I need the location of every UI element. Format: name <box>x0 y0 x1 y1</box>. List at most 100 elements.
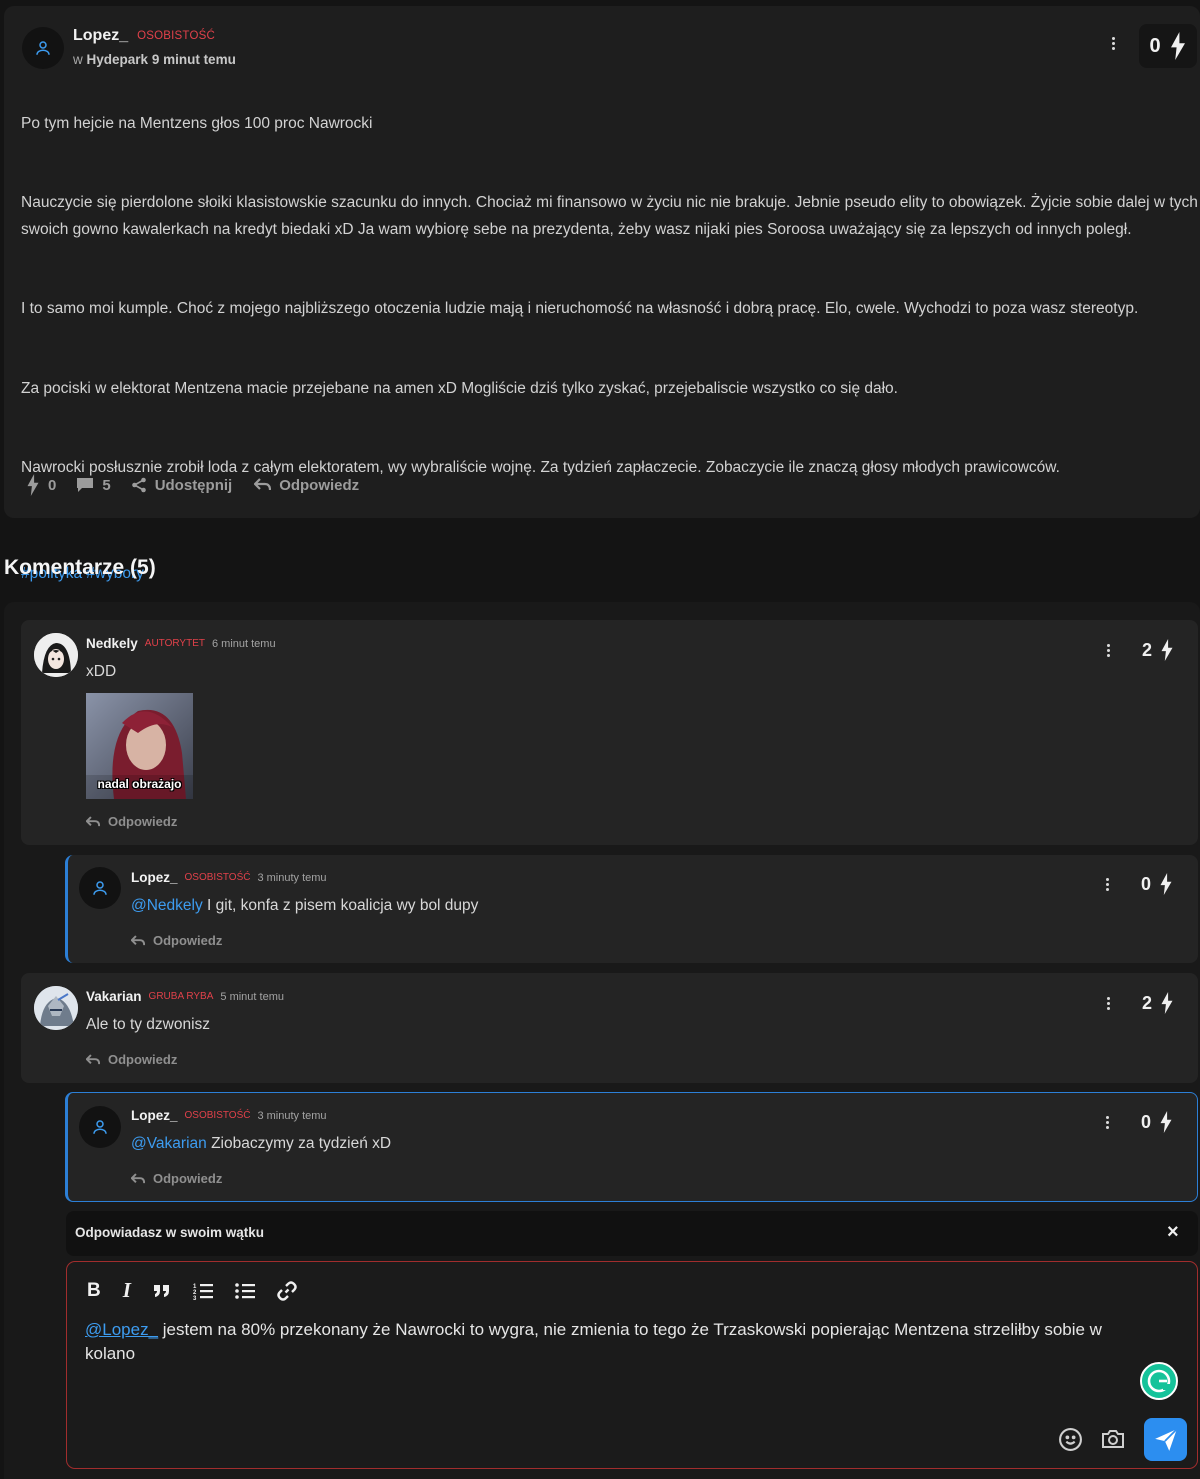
post-like-button[interactable]: 0 <box>26 474 56 496</box>
comment-time: 3 minuty temu <box>257 1109 327 1122</box>
comment-score-value: 2 <box>1142 639 1153 660</box>
emoji-icon[interactable] <box>1058 1427 1083 1452</box>
post-comments-button[interactable]: 5 <box>76 476 111 494</box>
reply-label: Odpowiedz <box>108 1052 178 1067</box>
italic-icon[interactable]: I <box>123 1278 131 1303</box>
comment-avatar[interactable] <box>79 867 121 909</box>
post-tags: #polityka #wybory <box>21 535 1199 588</box>
reply-label: Odpowiedz <box>153 1171 223 1186</box>
post-comment-count: 5 <box>102 476 111 494</box>
editor-body: jestem na 80% przekonany że Nawrocki to … <box>85 1320 1102 1363</box>
comment-reply-button[interactable]: Odpowiedz <box>86 1052 177 1067</box>
bold-icon[interactable]: B <box>87 1280 101 1302</box>
post-reply-label: Odpowiedz <box>279 476 360 494</box>
svg-text:3: 3 <box>193 1296 197 1300</box>
editor-mention[interactable]: @Lopez_ <box>85 1320 158 1339</box>
post-author-avatar[interactable] <box>22 27 64 69</box>
editor-content[interactable]: @Lopez_ jestem na 80% przekonany że Nawr… <box>85 1318 1145 1366</box>
comment-reply-button[interactable]: Odpowiedz <box>86 814 177 829</box>
comment-author[interactable]: Vakarian <box>86 989 142 1004</box>
comment-menu-icon[interactable] <box>1106 1116 1109 1129</box>
comment-score[interactable]: 0 <box>1141 873 1173 895</box>
ordered-list-icon[interactable]: 123 <box>193 1282 213 1300</box>
comment-avatar[interactable] <box>34 986 78 1030</box>
comment-text: @Nedkely I git, konfa z pisem koalicja w… <box>131 897 478 915</box>
comment-mention[interactable]: @Nedkely <box>131 897 203 914</box>
comment-author[interactable]: Nedkely <box>86 636 138 651</box>
reply-icon <box>254 478 272 491</box>
comment-menu-icon[interactable] <box>1107 997 1110 1010</box>
meme-caption: nadal obrażajo <box>97 777 182 791</box>
comment-text: Ale to ty dzwonisz <box>86 1016 211 1033</box>
comment-icon <box>77 478 94 492</box>
post-score-box[interactable]: 0 <box>1139 24 1197 68</box>
share-icon <box>131 477 146 493</box>
comment-image[interactable]: nadal obrażajo <box>86 693 193 799</box>
user-icon <box>93 1120 107 1134</box>
post-menu-icon[interactable] <box>1112 37 1115 50</box>
bullet-list-icon[interactable] <box>235 1282 255 1300</box>
comment-time: 3 minuty temu <box>257 871 327 884</box>
comment-mention[interactable]: @Vakarian <box>131 1135 207 1152</box>
reply-icon <box>131 1172 145 1183</box>
grammarly-icon[interactable] <box>1140 1362 1178 1400</box>
comment-avatar[interactable] <box>79 1106 121 1148</box>
comment-body: I git, konfa z pisem koalicja wy bol dup… <box>202 897 479 914</box>
lightning-icon <box>1170 32 1185 60</box>
comment-author[interactable]: Lopez_ <box>131 870 178 885</box>
post-author-name[interactable]: Lopez_ <box>73 27 128 45</box>
comment-author[interactable]: Lopez_ <box>131 1108 178 1123</box>
post-paragraph: Po tym hejcie na Mentzens głos 100 proc … <box>21 114 373 132</box>
comment-reply-button[interactable]: Odpowiedz <box>131 1171 222 1186</box>
comment-menu-icon[interactable] <box>1106 878 1109 891</box>
post-group[interactable]: Hydepark <box>87 52 149 67</box>
comment-rank: AUTORYTET <box>144 638 205 649</box>
reply-icon <box>131 934 145 945</box>
comment-score[interactable]: 2 <box>1142 992 1174 1014</box>
post-paragraph: Nauczycie się pierdolone słoiki klasisto… <box>21 194 1198 238</box>
user-icon <box>93 881 107 895</box>
replying-banner: Odpowiadasz w swoim wątku × <box>66 1211 1198 1256</box>
post-author-rank: OSOBISTOŚĆ <box>137 30 215 42</box>
comment-time: 6 minut temu <box>211 637 276 650</box>
comment-rank: GRUBA RYBA <box>148 991 214 1002</box>
lightning-icon <box>1160 1111 1172 1133</box>
reply-label: Odpowiedz <box>108 814 178 829</box>
comment-avatar[interactable] <box>34 633 78 677</box>
quote-icon[interactable] <box>153 1284 171 1298</box>
comment-score-value: 0 <box>1141 873 1152 894</box>
link-icon[interactable] <box>277 1280 297 1301</box>
post-share-button[interactable]: Udostępnij <box>131 477 232 494</box>
post-actions: 0 5 Udostępnij Odpowiedz <box>26 474 359 496</box>
post-reply-button[interactable]: Odpowiedz <box>254 477 359 494</box>
post-like-count: 0 <box>48 476 57 494</box>
comment-text: xDD <box>86 663 117 680</box>
camera-icon[interactable] <box>1100 1427 1126 1451</box>
comment: Vakarian GRUBA RYBA 5 minut temu Ale to … <box>21 973 1198 1083</box>
comment: Nedkely AUTORYTET 6 minut temu xDD nadal… <box>21 620 1198 845</box>
comment-menu-icon[interactable] <box>1107 644 1110 657</box>
post-paragraph: Za pociski w elektorat Mentzena macie pr… <box>21 379 898 397</box>
close-reply-icon[interactable]: × <box>1167 1221 1179 1244</box>
comments-heading: Komentarze (5) <box>4 556 156 579</box>
send-button[interactable] <box>1144 1418 1187 1461</box>
comment-text: @Vakarian Ziobaczymy za tydzień xD <box>131 1135 391 1153</box>
comment-score[interactable]: 0 <box>1141 1111 1173 1133</box>
lightning-icon <box>1160 873 1172 895</box>
vakarian-avatar-image <box>34 986 78 1030</box>
editor-toolbar: B I 123 <box>87 1278 297 1303</box>
comment-reply-button[interactable]: Odpowiedz <box>131 933 222 948</box>
comment-score[interactable]: 2 <box>1142 639 1174 661</box>
reply-icon <box>86 1053 100 1064</box>
anime-avatar-image <box>34 633 78 677</box>
comment-rank: OSOBISTOŚĆ <box>184 1110 251 1121</box>
reply-label: Odpowiedz <box>153 933 223 948</box>
lightning-icon <box>1161 639 1173 661</box>
comment-editor[interactable]: B I 123 @Lopez_ jestem na 80% przekonany… <box>66 1261 1198 1469</box>
post-card: Lopez_ OSOBISTOŚĆ w Hydepark 9 minut tem… <box>4 6 1200 582</box>
comment-time: 5 minut temu <box>220 990 284 1003</box>
comment-body: Ziobaczymy za tydzień xD <box>206 1135 392 1152</box>
post-meta-in: w <box>73 52 83 67</box>
comment-reply: Lopez_ OSOBISTOŚĆ 3 minuty temu @Nedkely… <box>65 855 1198 963</box>
comment-score-value: 0 <box>1141 1111 1152 1132</box>
